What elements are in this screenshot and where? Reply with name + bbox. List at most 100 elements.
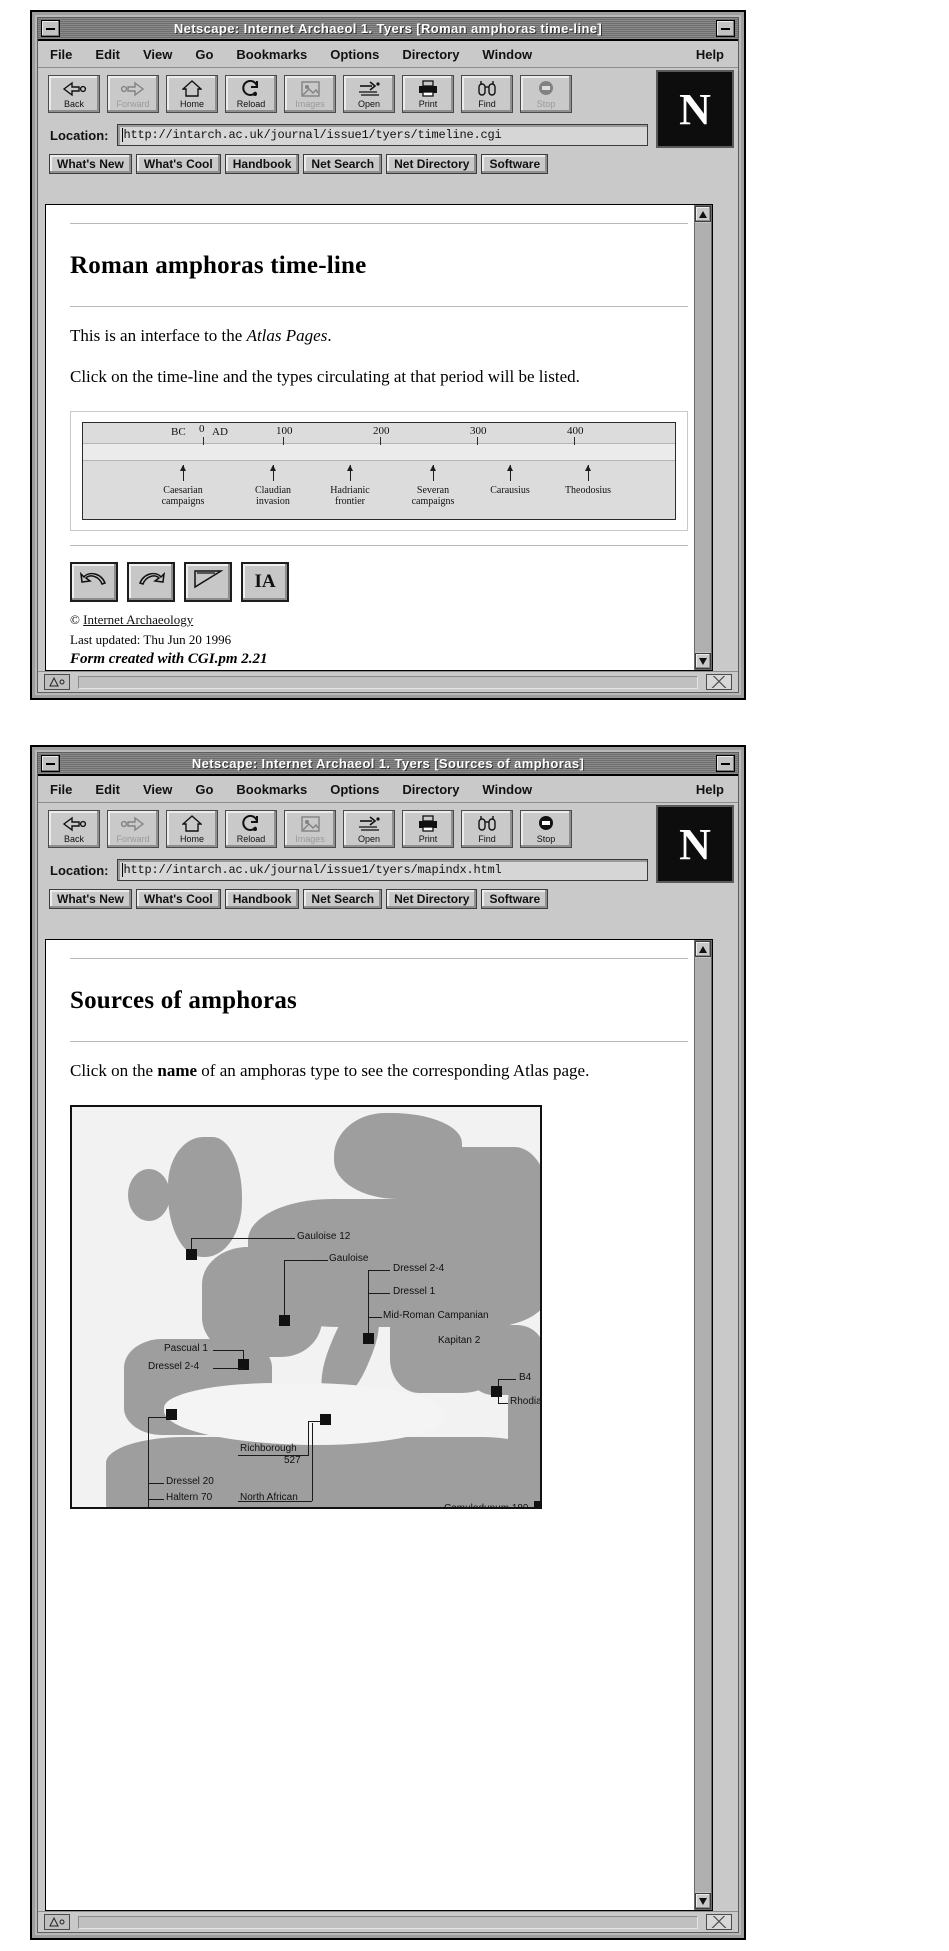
menu-view-2[interactable]: View	[143, 782, 172, 797]
map-label-richborough[interactable]: Richborough	[240, 1443, 297, 1454]
map-label-north-african[interactable]: North African	[240, 1492, 298, 1503]
scroll-up-arrow[interactable]	[695, 206, 711, 222]
toolbar-forward-button-2[interactable]: Forward	[107, 810, 159, 848]
dirbutton-net-search[interactable]: Net Search	[303, 154, 383, 174]
dirbutton-net-directory[interactable]: Net Directory	[386, 154, 478, 174]
timeline-figure[interactable]: BC 0 AD 100 200 300 400 Caesarian campai…	[70, 410, 688, 531]
window-minimize-button-2[interactable]	[716, 755, 735, 772]
map-label-kapitan-2[interactable]: Kapitan 2	[438, 1335, 480, 1346]
url-input[interactable]: http://intarch.ac.uk/journal/issue1/tyer…	[116, 124, 648, 146]
menu-options-2[interactable]: Options	[330, 782, 379, 797]
menu-options[interactable]: Options	[330, 47, 379, 62]
dirbutton-handbook-2[interactable]: Handbook	[224, 889, 300, 909]
menu-directory-2[interactable]: Directory	[402, 782, 459, 797]
menu-window[interactable]: Window	[482, 47, 532, 62]
toolbar-find-button[interactable]: Find	[461, 75, 513, 113]
menu-directory[interactable]: Directory	[402, 47, 459, 62]
menu-go-2[interactable]: Go	[195, 782, 213, 797]
site-marker-gauloise[interactable]	[279, 1314, 290, 1326]
nav-ia-home-button[interactable]: IA	[241, 561, 289, 602]
menu-window-2[interactable]: Window	[482, 782, 532, 797]
scroll-trough[interactable]	[695, 223, 711, 652]
netscape-logo[interactable]: N	[656, 70, 734, 148]
menu-file-2[interactable]: File	[50, 782, 72, 797]
nav-previous-button[interactable]	[70, 561, 118, 602]
toolbar-back-button-2[interactable]: Back	[48, 810, 100, 848]
site-marker-baetica[interactable]	[166, 1408, 177, 1420]
toolbar-open-button[interactable]: Open	[343, 75, 395, 113]
nav-next-button[interactable]	[127, 561, 175, 602]
dirbutton-whats-cool-2[interactable]: What's Cool	[135, 889, 221, 909]
site-marker-camulodunum[interactable]	[534, 1500, 540, 1507]
toolbar-images-button-2[interactable]: Images	[284, 810, 336, 848]
map-label-dressel-20[interactable]: Dressel 20	[166, 1476, 214, 1487]
toolbar-home-button[interactable]: Home	[166, 75, 218, 113]
toolbar-home-button-2[interactable]: Home	[166, 810, 218, 848]
map-label-dressel-1[interactable]: Dressel 1	[393, 1286, 435, 1297]
netscape-logo-2[interactable]: N	[656, 805, 734, 883]
dirbutton-net-directory-2[interactable]: Net Directory	[386, 889, 478, 909]
mail-icon-2[interactable]	[706, 1914, 732, 1930]
map-label-haltern-70[interactable]: Haltern 70	[166, 1492, 212, 1503]
menu-view[interactable]: View	[143, 47, 172, 62]
map-label-dressel-2-4-south[interactable]: Dressel 2-4	[148, 1361, 199, 1372]
dirbutton-software[interactable]: Software	[481, 154, 549, 174]
scroll-down-arrow[interactable]	[695, 653, 711, 669]
menu-help-2[interactable]: Help	[696, 782, 724, 797]
window-menu-button-2[interactable]	[41, 755, 60, 772]
site-marker-richborough[interactable]	[320, 1413, 331, 1425]
map-label-richborough-527[interactable]: 527	[284, 1455, 301, 1466]
window-minimize-button[interactable]	[716, 20, 735, 37]
toolbar-print-button-2[interactable]: Print	[402, 810, 454, 848]
menu-edit[interactable]: Edit	[95, 47, 120, 62]
amphora-sources-map[interactable]: Gauloise 12 Gauloise Dressel 2-4 Dressel…	[70, 1104, 542, 1509]
toolbar-reload-button-2[interactable]: Reload	[225, 810, 277, 848]
window-menu-button[interactable]	[41, 20, 60, 37]
timeline-tick-ad: AD	[212, 425, 228, 438]
content-vertical-scrollbar-2[interactable]	[694, 940, 712, 1910]
site-marker-campania[interactable]	[363, 1332, 374, 1344]
toolbar-print-button[interactable]: Print	[402, 75, 454, 113]
toolbar-back-button[interactable]: Back	[48, 75, 100, 113]
toolbar-forward-button[interactable]: Forward	[107, 75, 159, 113]
toolbar-open-button-2[interactable]: Open	[343, 810, 395, 848]
content-vertical-scrollbar[interactable]	[694, 205, 712, 670]
toolbar-images-button[interactable]: Images	[284, 75, 336, 113]
atlas-pages-link[interactable]: Atlas Pages	[247, 326, 328, 345]
dirbutton-whats-cool[interactable]: What's Cool	[135, 154, 221, 174]
site-marker-gauloise12[interactable]	[186, 1248, 197, 1260]
map-label-dressel-2-4-north[interactable]: Dressel 2-4	[393, 1263, 444, 1274]
scroll-up-arrow-2[interactable]	[695, 941, 711, 957]
toolbar-reload-button[interactable]: Reload	[225, 75, 277, 113]
dirbutton-software-2[interactable]: Software	[481, 889, 549, 909]
map-label-mid-roman-campanian[interactable]: Mid-Roman Campanian	[383, 1310, 489, 1321]
menu-file[interactable]: File	[50, 47, 72, 62]
menu-go[interactable]: Go	[195, 47, 213, 62]
url-input-2[interactable]: http://intarch.ac.uk/journal/issue1/tyer…	[116, 859, 648, 881]
menu-help[interactable]: Help	[696, 47, 724, 62]
dirbutton-whats-new-2[interactable]: What's New	[49, 889, 132, 909]
scroll-down-arrow-2[interactable]	[695, 1893, 711, 1909]
map-label-gauloise[interactable]: Gauloise	[329, 1253, 368, 1264]
map-label-gauloise-12[interactable]: Gauloise 12	[297, 1231, 350, 1242]
toolbar-find-button-2[interactable]: Find	[461, 810, 513, 848]
map-label-b4[interactable]: B4	[519, 1372, 531, 1383]
toolbar-stop-button[interactable]: Stop	[520, 75, 572, 113]
map-label-camulodunum-189[interactable]: Camulodunum 189	[444, 1503, 529, 1507]
dirbutton-net-search-2[interactable]: Net Search	[303, 889, 383, 909]
mail-icon[interactable]	[706, 674, 732, 690]
site-marker-aegean[interactable]	[491, 1385, 502, 1397]
map-label-pascual-1[interactable]: Pascual 1	[164, 1343, 208, 1354]
menu-bookmarks[interactable]: Bookmarks	[236, 47, 307, 62]
leader-gauloise-v	[284, 1259, 285, 1318]
dirbutton-whats-new[interactable]: What's New	[49, 154, 132, 174]
toolbar-stop-button-2[interactable]: Stop	[520, 810, 572, 848]
scroll-trough-2[interactable]	[695, 958, 711, 1892]
dirbutton-handbook[interactable]: Handbook	[224, 154, 300, 174]
timeline-image-map[interactable]: BC 0 AD 100 200 300 400 Caesarian campai…	[82, 421, 676, 520]
menu-bookmarks-2[interactable]: Bookmarks	[236, 782, 307, 797]
menu-edit-2[interactable]: Edit	[95, 782, 120, 797]
map-label-rhodian[interactable]: Rhodian	[510, 1396, 540, 1407]
internet-archaeology-link[interactable]: Internet Archaeology	[83, 612, 193, 627]
nav-contents-button[interactable]	[184, 561, 232, 602]
